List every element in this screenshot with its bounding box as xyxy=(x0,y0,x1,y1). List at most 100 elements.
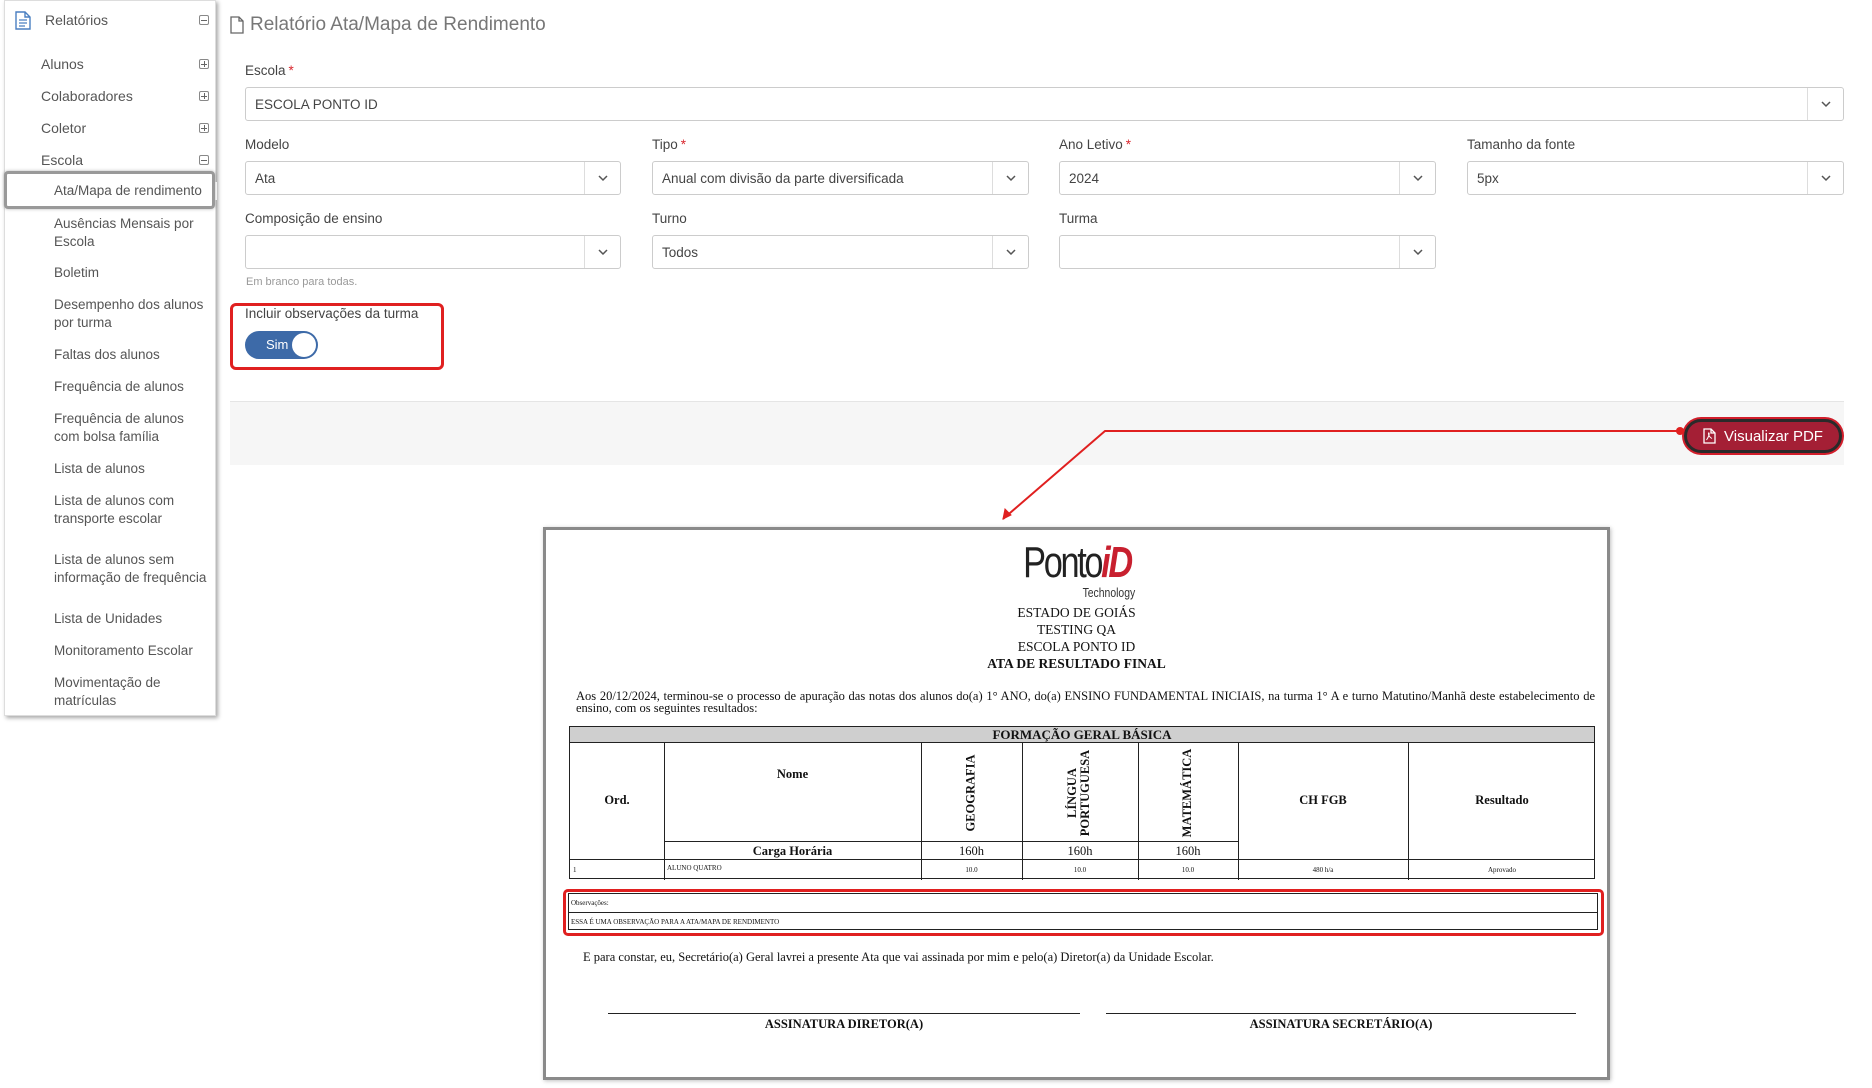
pdf-header-line: ESTADO DE GOIÁS xyxy=(1017,605,1136,620)
sidebar-item-coletor[interactable]: Coletor xyxy=(5,115,217,141)
sidebar-item-label: Frequência de alunos xyxy=(54,379,184,394)
sidebar-item-monitoramento[interactable]: Monitoramento Escolar xyxy=(5,642,217,660)
carga-horaria-label: Carga Horária xyxy=(752,844,833,858)
composicao-select[interactable] xyxy=(245,235,621,269)
row-resultado: Aprovado xyxy=(1488,866,1516,874)
escola-value: ESCOLA PONTO ID xyxy=(255,97,378,112)
turno-select[interactable]: Todos xyxy=(652,235,1029,269)
sidebar-item-frequencia[interactable]: Frequência de alunos xyxy=(5,378,217,396)
escola-select[interactable]: ESCOLA PONTO ID xyxy=(245,87,1844,121)
toggle-knob xyxy=(292,333,316,357)
sidebar-item-label: Movimentação de matrículas xyxy=(54,675,161,708)
carga-horaria-value: 160h xyxy=(1067,844,1093,858)
observacoes-label-pdf: Observações: xyxy=(571,899,609,907)
signature-line xyxy=(1106,1013,1576,1014)
modelo-select[interactable]: Ata xyxy=(245,161,621,195)
row-nota: 10.0 xyxy=(965,866,978,874)
logo-accent: iD xyxy=(1100,538,1133,587)
column-header-subject: GEOGRAFIA xyxy=(963,754,978,832)
tamanho-fonte-select[interactable]: 5px xyxy=(1467,161,1844,195)
column-header-resultado: Resultado xyxy=(1475,793,1529,807)
sidebar-item-colaboradores[interactable]: Colaboradores xyxy=(5,83,217,109)
chevron-down-icon xyxy=(598,175,608,182)
pdf-doc-title: ATA DE RESULTADO FINAL xyxy=(987,656,1166,671)
sidebar-item-lista-sem-frequencia[interactable]: Lista de alunos sem informação de frequê… xyxy=(5,542,217,596)
pdf-intro: Aos 20/12/2024, terminou-se o processo d… xyxy=(576,689,1595,715)
page-title-text: Relatório Ata/Mapa de Rendimento xyxy=(250,14,546,35)
ano-letivo-select[interactable]: 2024 xyxy=(1059,161,1436,195)
expand-icon[interactable] xyxy=(199,59,209,69)
visualizar-pdf-button[interactable]: Visualizar PDF xyxy=(1684,419,1842,453)
sidebar-item-boletim[interactable]: Boletim xyxy=(5,264,217,282)
toggle-label: Sim xyxy=(266,337,289,352)
composicao-label: Composição de ensino xyxy=(245,211,383,226)
sidebar-item-movimentacao[interactable]: Movimentação de matrículas xyxy=(5,674,217,710)
dropdown-toggle[interactable] xyxy=(1399,236,1435,268)
row-nota: 10.0 xyxy=(1073,866,1087,874)
sidebar-item-lista-unidades[interactable]: Lista de Unidades xyxy=(5,610,217,628)
chevron-down-icon xyxy=(1006,175,1016,182)
sidebar-item-ausencias[interactable]: Ausências Mensais por Escola xyxy=(5,215,217,251)
observacoes-box: Observações: ESSA É UMA OBSERVAÇÃO PARA … xyxy=(568,893,1598,930)
dropdown-toggle[interactable] xyxy=(1807,162,1843,194)
form-actions-bar xyxy=(230,401,1844,465)
collapse-icon[interactable] xyxy=(199,155,209,165)
pdf-preview: PontoiD Technology ESTADO DE GOIÁS TESTI… xyxy=(543,527,1610,1080)
sidebar-item-frequencia-bolsa[interactable]: Frequência de alunos com bolsa família xyxy=(5,410,217,446)
carga-horaria-value: 160h xyxy=(959,844,984,858)
visualizar-pdf-label: Visualizar PDF xyxy=(1724,427,1823,445)
modelo-value: Ata xyxy=(255,171,276,186)
tipo-select[interactable]: Anual com divisão da parte diversificada xyxy=(652,161,1029,195)
sidebar-item-label: Lista de Unidades xyxy=(54,611,163,626)
sidebar-item-relatorios[interactable]: Relatórios xyxy=(5,7,217,33)
observacoes-label: Incluir observações da turma xyxy=(245,306,419,321)
sidebar-item-escola[interactable]: Escola xyxy=(5,147,217,173)
sidebar-item-alunos[interactable]: Alunos xyxy=(5,51,217,77)
chevron-down-icon xyxy=(1821,101,1831,108)
observacoes-toggle[interactable]: Sim xyxy=(245,331,318,359)
dropdown-toggle[interactable] xyxy=(584,236,620,268)
column-header-nome: Nome xyxy=(776,767,809,781)
chevron-down-icon xyxy=(1413,249,1423,256)
results-table: FORMAÇÃO GERAL BÁSICA Ord. Nome GEOGRAFI… xyxy=(569,726,1595,880)
collapse-icon[interactable] xyxy=(199,15,209,25)
tipo-label: Tipo * xyxy=(652,137,687,152)
logo-text: Ponto xyxy=(1022,538,1103,587)
dropdown-toggle[interactable] xyxy=(992,236,1028,268)
chevron-down-icon xyxy=(598,249,608,256)
sidebar-item-lista-transporte[interactable]: Lista de alunos com transporte escolar xyxy=(5,492,217,528)
sidebar-item-label: Lista de alunos com transporte escolar xyxy=(54,493,175,526)
turno-label: Turno xyxy=(652,211,687,226)
sidebar-item-label: Frequência de alunos com bolsa família xyxy=(54,411,184,444)
observacoes-text: ESSA É UMA OBSERVAÇÃO PARA A ATA/MAPA DE… xyxy=(571,918,780,926)
column-header-ord: Ord. xyxy=(604,793,630,807)
tamanho-fonte-label: Tamanho da fonte xyxy=(1467,137,1576,152)
sidebar-item-lista-alunos[interactable]: Lista de alunos xyxy=(5,460,217,478)
signature-line xyxy=(608,1013,1080,1014)
signature-secretario: ASSINATURA SECRETÁRIO(A) xyxy=(1249,1017,1433,1031)
composicao-help: Em branco para todas. xyxy=(246,276,358,288)
sidebar: Relatórios Alunos Colaboradores Coletor … xyxy=(4,0,217,716)
chevron-down-icon xyxy=(1006,249,1016,256)
pdf-header-line: TESTING QA xyxy=(1036,622,1117,637)
chevron-down-icon xyxy=(1413,175,1423,182)
dropdown-toggle[interactable] xyxy=(992,162,1028,194)
document-icon xyxy=(15,10,31,30)
signature-diretor: ASSINATURA DIRETOR(A) xyxy=(764,1017,924,1031)
sidebar-item-label: Desempenho dos alunos por turma xyxy=(54,297,204,330)
turma-select[interactable] xyxy=(1059,235,1436,269)
sidebar-item-ata-mapa[interactable]: Ata/Mapa de rendimento xyxy=(5,182,217,200)
pdf-header-line: ESCOLA PONTO ID xyxy=(1017,639,1136,654)
sidebar-item-label: Ata/Mapa de rendimento xyxy=(54,183,202,198)
dropdown-toggle[interactable] xyxy=(1807,88,1843,120)
pdf-file-icon xyxy=(1703,428,1716,444)
dropdown-toggle[interactable] xyxy=(584,162,620,194)
sidebar-item-desempenho[interactable]: Desempenho dos alunos por turma xyxy=(5,296,217,332)
row-ord: 1 xyxy=(573,866,577,874)
expand-icon[interactable] xyxy=(199,123,209,133)
sidebar-item-faltas[interactable]: Faltas dos alunos xyxy=(5,346,217,364)
sidebar-item-label: Faltas dos alunos xyxy=(54,347,160,362)
dropdown-toggle[interactable] xyxy=(1399,162,1435,194)
chevron-down-icon xyxy=(1821,175,1831,182)
expand-icon[interactable] xyxy=(199,91,209,101)
